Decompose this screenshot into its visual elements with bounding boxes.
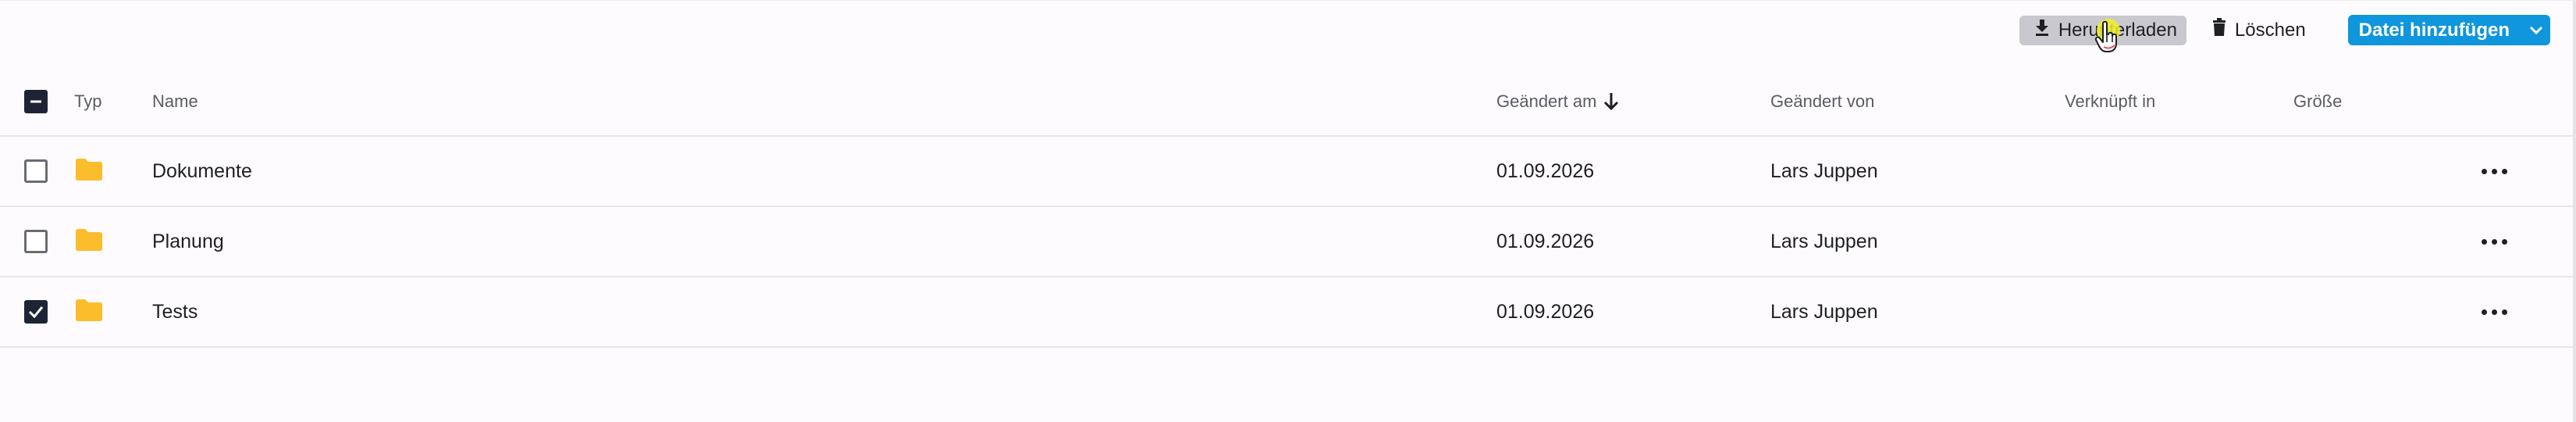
scrollbar[interactable] [2573, 1, 2576, 422]
row-modified-by: Lars Juppen [1770, 230, 1878, 252]
add-file-button[interactable]: Datei hinzufügen [2347, 15, 2550, 45]
row-name[interactable]: Tests [152, 277, 197, 346]
delete-button[interactable]: Löschen [2202, 16, 2315, 45]
trash-icon [2211, 18, 2227, 42]
file-table: Typ Name Geändert am Geändert von Verknü… [0, 68, 2573, 348]
download-button[interactable]: Herunterladen [2019, 15, 2186, 52]
row-modified-at: 01.09.2026 [1496, 300, 1595, 323]
hand-cursor-icon [2094, 18, 2120, 53]
column-header-modified-by[interactable]: Geändert von [1770, 68, 1874, 135]
row-modified-by: Lars Juppen [1770, 159, 1878, 182]
chevron-down-icon[interactable] [2522, 15, 2550, 45]
table-row[interactable]: Tests 01.09.2026 Lars Juppen [0, 277, 2573, 348]
download-icon [2033, 18, 2051, 42]
row-checkbox[interactable] [24, 300, 48, 324]
table-row[interactable]: Dokumente 01.09.2026 Lars Juppen [0, 137, 2573, 207]
folder-icon [74, 228, 104, 256]
add-file-button-label: Datei hinzufügen [2358, 19, 2510, 41]
row-modified-at: 01.09.2026 [1496, 230, 1595, 252]
row-modified-at: 01.09.2026 [1496, 159, 1595, 182]
table-header: Typ Name Geändert am Geändert von Verknü… [0, 68, 2573, 137]
column-header-type[interactable]: Typ [74, 68, 101, 135]
folder-icon [74, 299, 104, 326]
checkmark-icon [28, 306, 44, 319]
table-row[interactable]: Planung 01.09.2026 Lars Juppen [0, 207, 2573, 277]
column-header-size[interactable]: Größe [2293, 68, 2342, 135]
row-checkbox[interactable] [24, 159, 48, 183]
more-actions-icon[interactable] [2475, 159, 2514, 183]
row-name[interactable]: Planung [152, 207, 224, 276]
column-header-modified-at-label: Geändert am [1496, 91, 1597, 111]
toolbar: Herunterladen Löschen Datei [2019, 15, 2550, 52]
row-modified-by: Lars Juppen [1770, 300, 1878, 323]
file-browser: Herunterladen Löschen Datei [0, 0, 2576, 422]
more-actions-icon[interactable] [2475, 300, 2514, 324]
select-all-checkbox[interactable] [24, 90, 48, 113]
column-header-linked-in[interactable]: Verknüpft in [2065, 68, 2155, 135]
more-actions-icon[interactable] [2475, 230, 2514, 253]
delete-button-label: Löschen [2234, 19, 2306, 41]
folder-icon [74, 158, 104, 185]
row-checkbox[interactable] [24, 230, 48, 253]
column-header-name[interactable]: Name [152, 68, 198, 135]
row-name[interactable]: Dokumente [152, 137, 252, 206]
sort-descending-icon [1603, 91, 1620, 112]
column-header-modified-at[interactable]: Geändert am [1496, 68, 1620, 135]
